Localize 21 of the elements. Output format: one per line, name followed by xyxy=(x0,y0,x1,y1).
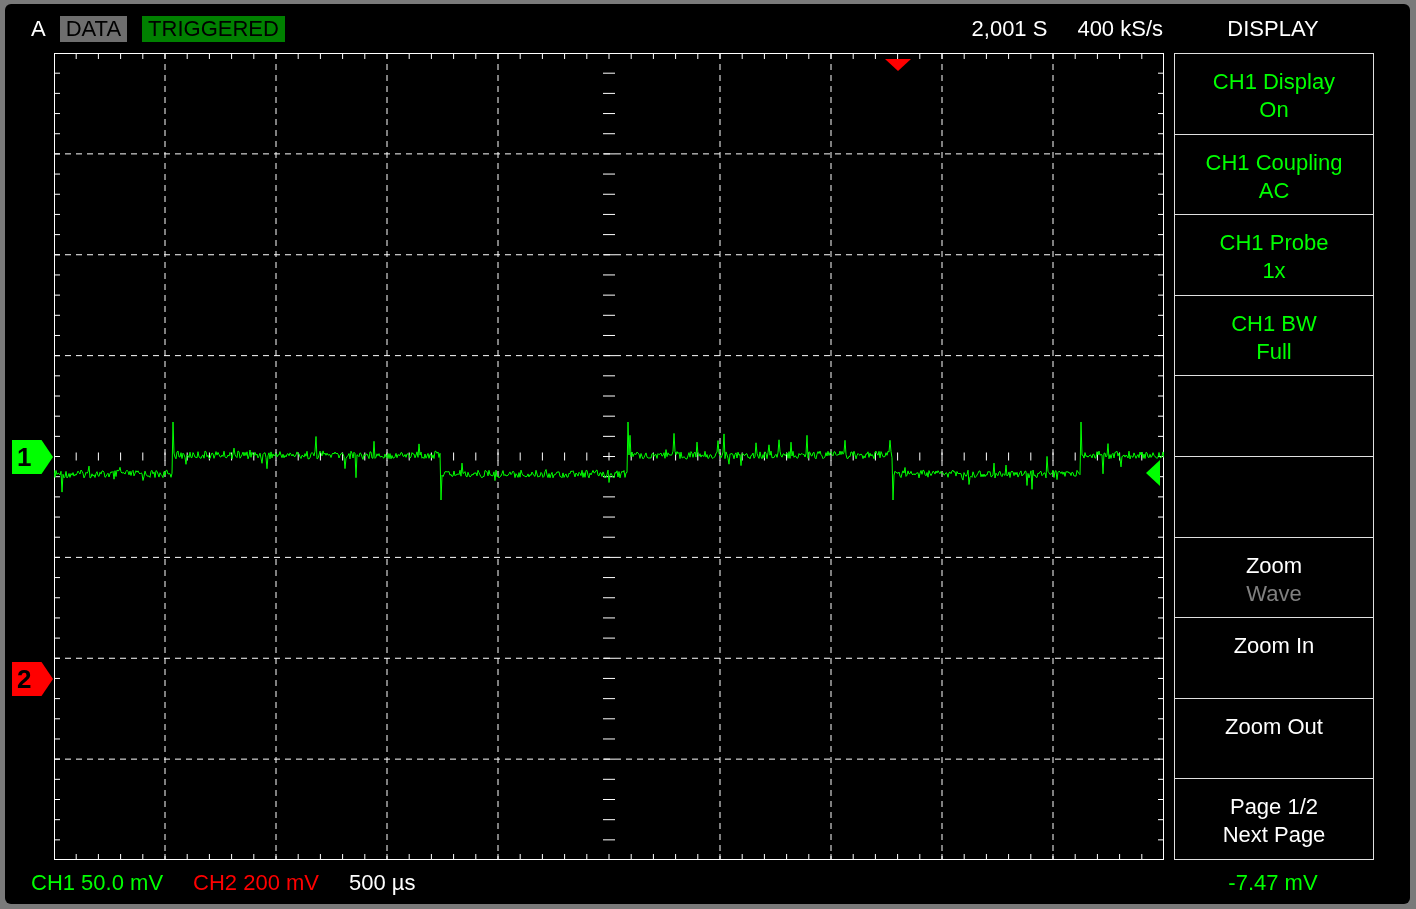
trigger-position-icon[interactable] xyxy=(885,59,911,71)
menu-button[interactable]: CH1 Probe 1x xyxy=(1175,215,1373,296)
menu-button[interactable]: CH1 Coupling AC xyxy=(1175,134,1373,216)
scale-label: CH1 50.0 mV xyxy=(31,869,164,896)
cursor-readout: -7.47 mV xyxy=(1227,869,1319,896)
menu-button[interactable]: Page 1/2 Next Page xyxy=(1175,779,1373,860)
menu-button[interactable]: CH1 Display On xyxy=(1175,54,1373,135)
menu-button[interactable]: CH1 BW Full xyxy=(1175,295,1373,377)
scale-label: CH2 200 mV xyxy=(193,869,319,896)
trigger-level-icon[interactable] xyxy=(1146,460,1160,486)
menu-title: DISPLAY xyxy=(1226,15,1320,42)
channel-marker[interactable]: 2 xyxy=(12,662,53,696)
trigger-status: TRIGGERED xyxy=(142,15,285,42)
channel-label: A xyxy=(31,15,46,42)
record-length: 2,001 S xyxy=(971,15,1048,42)
menu-button[interactable]: Zoom Out xyxy=(1175,698,1373,780)
menu-button[interactable]: Zoom In xyxy=(1175,618,1373,699)
sample-rate: 400 kS/s xyxy=(1077,15,1163,42)
mode-tag: DATA xyxy=(59,15,128,42)
channel-marker[interactable]: 1 xyxy=(12,440,53,474)
scale-label: 500 µs xyxy=(349,869,416,896)
